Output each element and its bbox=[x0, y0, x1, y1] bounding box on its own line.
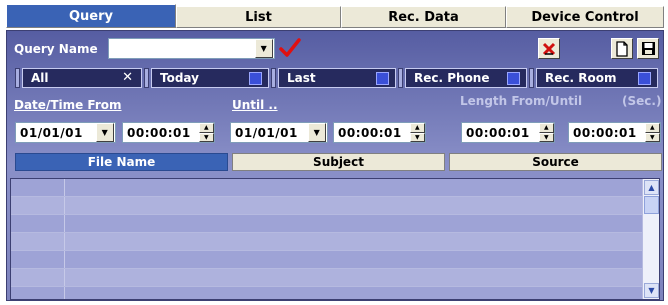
length-from-until-label: Length From/Until bbox=[460, 94, 583, 108]
length-until-value: 00:00:01 bbox=[573, 125, 637, 140]
filter-grip bbox=[15, 68, 20, 88]
save-disk-icon bbox=[641, 42, 655, 55]
filter-rec-phone-label: Rec. Phone bbox=[414, 71, 490, 85]
row-header-cell bbox=[11, 251, 65, 268]
length-from-value: 00:00:01 bbox=[466, 125, 530, 140]
row-header-cell bbox=[11, 215, 65, 232]
delete-icon bbox=[542, 42, 556, 55]
date-time-from-label: Date/Time From bbox=[14, 98, 122, 112]
table-row[interactable] bbox=[11, 233, 659, 251]
chevron-down-icon[interactable]: ▼ bbox=[308, 123, 326, 142]
row-header-cell bbox=[11, 269, 65, 286]
toggle-indicator bbox=[376, 72, 389, 85]
until-date-select[interactable]: 01/01/01 ▼ bbox=[230, 122, 328, 143]
tab-device-control-label: Device Control bbox=[531, 9, 639, 25]
from-time-value: 00:00:01 bbox=[127, 125, 191, 140]
table-row[interactable] bbox=[11, 251, 659, 269]
filter-grip bbox=[529, 68, 534, 88]
filter-all-label: All bbox=[31, 71, 49, 85]
tab-query-label: Query bbox=[68, 8, 113, 24]
spin-down-icon[interactable]: ▼ bbox=[539, 132, 554, 142]
spin-down-icon[interactable]: ▼ bbox=[199, 132, 214, 142]
length-from-spinner[interactable]: 00:00:01 ▲ ▼ bbox=[461, 122, 555, 143]
tab-query[interactable]: Query bbox=[6, 4, 176, 28]
table-row[interactable] bbox=[11, 269, 659, 287]
spin-up-icon[interactable]: ▲ bbox=[410, 123, 425, 133]
filter-rec-room[interactable]: Rec. Room bbox=[536, 68, 658, 88]
seconds-unit-label: (Sec.) bbox=[622, 94, 662, 108]
query-name-label: Query Name bbox=[14, 42, 98, 56]
row-header-cell bbox=[11, 287, 65, 299]
column-source[interactable]: Source bbox=[449, 153, 662, 171]
filter-last[interactable]: Last bbox=[278, 68, 396, 88]
table-row[interactable] bbox=[11, 179, 659, 197]
scroll-down-icon[interactable]: ▼ bbox=[644, 283, 659, 298]
column-subject[interactable]: Subject bbox=[232, 153, 445, 171]
column-file-name-label: File Name bbox=[87, 155, 156, 169]
chevron-down-icon[interactable]: ▼ bbox=[255, 39, 273, 58]
tab-rec-data[interactable]: Rec. Data bbox=[341, 6, 506, 28]
filter-today[interactable]: Today bbox=[151, 68, 269, 88]
from-date-select[interactable]: 01/01/01 ▼ bbox=[15, 122, 116, 143]
column-subject-label: Subject bbox=[313, 155, 364, 169]
checkmark-icon bbox=[279, 38, 301, 57]
filter-last-label: Last bbox=[287, 71, 316, 85]
from-date-value: 01/01/01 bbox=[20, 125, 83, 140]
new-document-icon bbox=[616, 40, 628, 57]
filter-today-label: Today bbox=[160, 71, 199, 85]
filter-grip bbox=[144, 68, 149, 88]
column-file-name[interactable]: File Name bbox=[15, 153, 228, 171]
spin-buttons[interactable]: ▲ ▼ bbox=[645, 123, 660, 142]
table-row[interactable] bbox=[11, 287, 659, 299]
table-row[interactable] bbox=[11, 215, 659, 233]
table-row[interactable] bbox=[11, 197, 659, 215]
chevron-down-icon[interactable]: ▼ bbox=[96, 123, 114, 142]
tab-list[interactable]: List bbox=[176, 6, 341, 28]
column-source-label: Source bbox=[532, 155, 579, 169]
tab-rec-data-label: Rec. Data bbox=[388, 9, 459, 25]
delete-query-button[interactable] bbox=[538, 38, 560, 59]
apply-query-button[interactable] bbox=[278, 37, 302, 59]
scroll-up-icon[interactable]: ▲ bbox=[644, 180, 659, 195]
spin-up-icon[interactable]: ▲ bbox=[539, 123, 554, 133]
from-time-spinner[interactable]: 00:00:01 ▲ ▼ bbox=[122, 122, 215, 143]
filter-all[interactable]: All ✕ bbox=[22, 68, 142, 88]
scroll-thumb[interactable] bbox=[644, 196, 659, 214]
save-query-button[interactable] bbox=[637, 38, 659, 59]
row-header-cell bbox=[11, 179, 65, 196]
new-query-button[interactable] bbox=[611, 38, 633, 59]
spin-buttons[interactable]: ▲ ▼ bbox=[410, 123, 425, 142]
vertical-scrollbar[interactable]: ▲ ▼ bbox=[642, 179, 659, 299]
filter-rec-room-label: Rec. Room bbox=[545, 71, 617, 85]
toggle-indicator bbox=[638, 72, 651, 85]
filter-grip bbox=[271, 68, 276, 88]
until-time-spinner[interactable]: 00:00:01 ▲ ▼ bbox=[333, 122, 426, 143]
length-until-spinner[interactable]: 00:00:01 ▲ ▼ bbox=[568, 122, 661, 143]
spin-up-icon[interactable]: ▲ bbox=[199, 123, 214, 133]
row-header-cell bbox=[11, 233, 65, 250]
tab-device-control[interactable]: Device Control bbox=[506, 6, 664, 28]
toggle-indicator bbox=[249, 72, 262, 85]
spin-buttons[interactable]: ▲ ▼ bbox=[539, 123, 554, 142]
toggle-indicator bbox=[507, 72, 520, 85]
spin-down-icon[interactable]: ▼ bbox=[410, 132, 425, 142]
spin-down-icon[interactable]: ▼ bbox=[645, 132, 660, 142]
until-time-value: 00:00:01 bbox=[338, 125, 402, 140]
row-header-cell bbox=[11, 197, 65, 214]
x-mark-icon: ✕ bbox=[122, 70, 133, 85]
until-date-value: 01/01/01 bbox=[235, 125, 298, 140]
until-label: Until .. bbox=[232, 98, 278, 112]
filter-rec-phone[interactable]: Rec. Phone bbox=[405, 68, 527, 88]
query-name-select[interactable]: ▼ bbox=[108, 38, 275, 59]
results-grid[interactable]: ▲ ▼ bbox=[10, 178, 660, 300]
spin-up-icon[interactable]: ▲ bbox=[645, 123, 660, 133]
tab-list-label: List bbox=[245, 9, 272, 25]
spin-buttons[interactable]: ▲ ▼ bbox=[199, 123, 214, 142]
filter-grip bbox=[398, 68, 403, 88]
